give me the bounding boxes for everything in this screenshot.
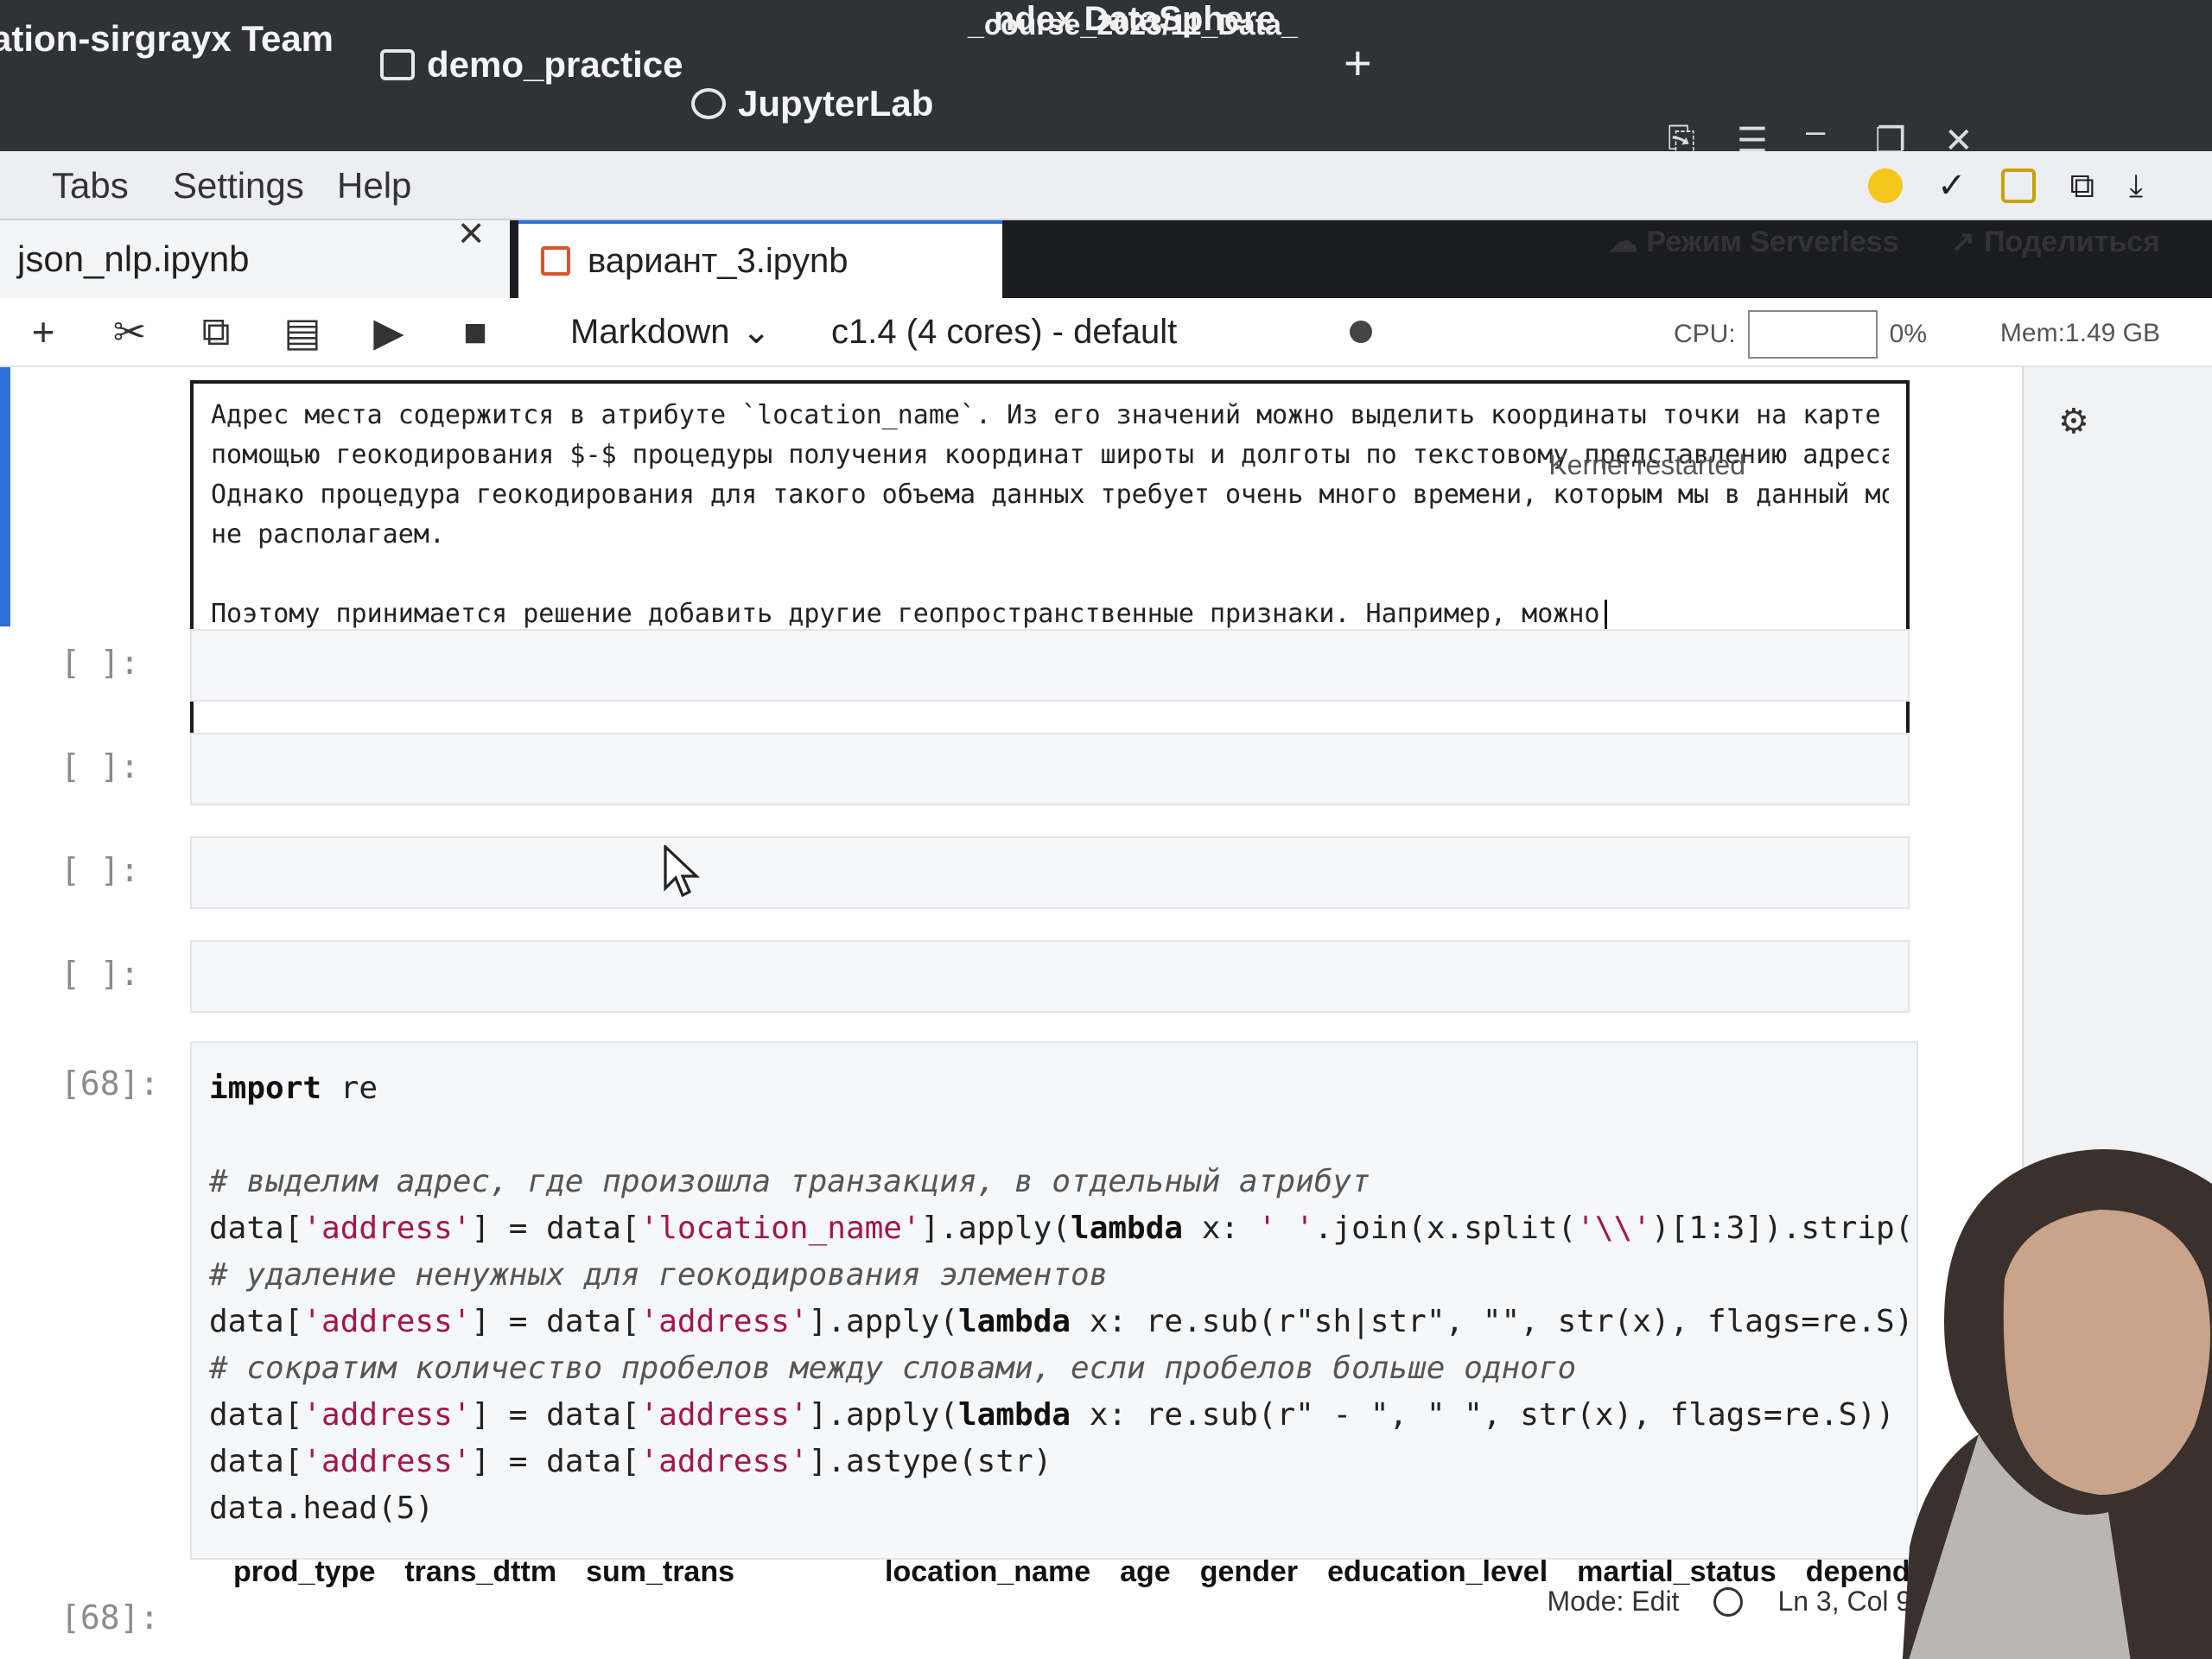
column-header: location_name <box>885 1555 1091 1588</box>
code-text: data.head(5) <box>209 1491 435 1526</box>
cpu-value: 0% <box>1889 320 1927 348</box>
notebook-icon <box>541 246 570 276</box>
kernel-status-dot <box>1350 321 1373 343</box>
empty-code-cell[interactable] <box>190 940 1910 1013</box>
column-header: prod_type <box>233 1555 376 1588</box>
minimize-icon[interactable]: – <box>1806 112 1825 151</box>
column-header: sum_trans <box>586 1555 735 1588</box>
empty-code-cell[interactable] <box>190 629 1910 702</box>
text-cursor <box>1605 599 1608 631</box>
kernel-status-message: Kernel restarted <box>1548 449 1745 480</box>
tab-demo-practice[interactable]: demo_practice <box>380 35 683 95</box>
datasphere-toolbar: ✓ ⧉ ⤓ <box>1868 151 2212 220</box>
cpu-meter: CPU: 0% <box>1674 310 1927 359</box>
code-comment: # удаление ненужных для геокодирования э… <box>209 1257 1109 1293</box>
battery-icon[interactable] <box>2000 168 2036 203</box>
markdown-line: Адрес места содержится в атрибуте `locat… <box>211 400 1889 430</box>
tab-notebook-variant3[interactable]: вариант_3.ipynb <box>518 220 1002 298</box>
assistant-icon[interactable] <box>1868 168 1903 203</box>
share-icon: ↗ <box>1950 226 1975 258</box>
menu-bar: Tabs Settings Help ✓ ⧉ ⤓ <box>0 151 2212 220</box>
folder-icon <box>380 49 415 80</box>
empty-code-cell[interactable] <box>190 733 1910 805</box>
chevron-down-icon: ⌄ <box>741 313 772 351</box>
add-cell-icon[interactable]: + <box>0 308 86 355</box>
output-table-header: prod_type trans_dttm sum_trans location_… <box>233 1555 2015 1589</box>
file-tab-json-nlp[interactable]: json_nlp.ipynb <box>0 220 250 298</box>
copy-icon[interactable]: ⧉ <box>173 308 259 356</box>
column-header: education_level <box>1327 1555 1548 1588</box>
tab-label: JupyterLab <box>738 83 934 124</box>
kernel-name[interactable]: c1.4 (4 cores) - default <box>831 313 1177 352</box>
cell-type-value: Markdown <box>570 312 730 351</box>
markdown-blank-line <box>211 555 1889 594</box>
download-icon[interactable]: ⤓ <box>2129 168 2143 205</box>
cell-prompt: [ ]: <box>60 955 140 993</box>
notebook-tab-label: вариант_3.ipynb <box>588 241 849 280</box>
tab-label: demo_practice <box>427 44 683 85</box>
cell-type-select[interactable]: Markdown ⌄ <box>570 312 771 352</box>
memory-usage: Mem:1.49 GB <box>1999 319 2160 347</box>
edit-mode-indicator: Mode: Edit <box>1547 1586 1680 1617</box>
tab-team[interactable]: ation-sirgrayx Team <box>0 9 334 69</box>
markdown-line-text: Поэтому принимается решение добавить дру… <box>211 599 1600 629</box>
markdown-cell-editor[interactable]: Адрес места содержится в атрибуте `locat… <box>190 380 1910 760</box>
column-header: martial_status <box>1577 1555 1777 1588</box>
column-header: age <box>1120 1555 1171 1588</box>
security-icon <box>1713 1586 1744 1617</box>
check-icon[interactable]: ✓ <box>1937 166 1967 206</box>
browser-top-bar: ation-sirgrayx Team demo_practice Jupyte… <box>0 0 2212 160</box>
empty-code-cell[interactable] <box>190 836 1910 909</box>
code-text: re <box>321 1071 378 1106</box>
output-prompt: [68]: <box>60 1599 160 1637</box>
cpu-bar <box>1747 310 1878 359</box>
code-keyword: import <box>209 1071 322 1106</box>
tab-label: ation-sirgrayx Team <box>0 18 334 59</box>
jupyter-icon <box>691 88 726 119</box>
cell-prompt: [68]: <box>60 1065 160 1103</box>
share-label: Поделиться <box>1983 225 2160 258</box>
stop-icon[interactable]: ■ <box>432 308 518 355</box>
paste-icon[interactable]: ▤ <box>259 308 346 355</box>
code-comment: # выделим адрес, где произошла транзакци… <box>209 1164 1370 1199</box>
notebook-toolbar: + ✂ ⧉ ▤ ▶ ■ Markdown ⌄ c1.4 (4 cores) - … <box>0 298 2212 367</box>
cell-prompt: [ ]: <box>60 644 140 682</box>
extensions-icon[interactable]: ⧉ <box>2070 167 2095 206</box>
path-title: _course_2023/11_Data_ <box>968 9 1298 41</box>
column-header: gender <box>1199 1555 1299 1588</box>
active-cell-indicator <box>0 367 10 626</box>
code-cell-68[interactable]: import re # выделим адрес, где произошла… <box>190 1041 1918 1560</box>
share-button[interactable]: ↗ Поделиться <box>1950 225 2160 259</box>
menu-settings[interactable]: Settings <box>173 165 304 207</box>
run-icon[interactable]: ▶ <box>346 308 432 355</box>
close-file-tab-button[interactable]: × <box>458 207 484 259</box>
cell-prompt: [ ]: <box>60 747 140 785</box>
file-tab-label: json_nlp.ipynb <box>17 238 250 279</box>
menu-tabs[interactable]: Tabs <box>52 165 129 207</box>
cpu-label: CPU: <box>1673 320 1736 348</box>
tab-jupyterlab[interactable]: JupyterLab <box>691 73 933 134</box>
code-comment: # сократим количество пробелов между сло… <box>209 1351 1577 1386</box>
cloud-icon: ☁ <box>1608 226 1638 258</box>
property-inspector-icon[interactable]: ⚙ <box>2058 402 2089 442</box>
datasphere-status: ☁ Режим Serverless ↗ Поделиться <box>1608 225 2160 259</box>
serverless-toggle[interactable]: ☁ Режим Serverless <box>1608 225 1898 259</box>
menu-help[interactable]: Help <box>337 165 411 207</box>
presenter-silhouette <box>1902 1149 2212 1659</box>
serverless-label: Режим Serverless <box>1646 225 1899 258</box>
cut-icon[interactable]: ✂ <box>86 308 173 355</box>
markdown-line: не располагаем. <box>211 519 445 550</box>
column-header: trans_dttm <box>404 1555 557 1588</box>
cell-prompt: [ ]: <box>60 851 140 889</box>
new-tab-button[interactable]: + <box>1344 35 1372 91</box>
mouse-pointer-icon <box>664 845 701 898</box>
